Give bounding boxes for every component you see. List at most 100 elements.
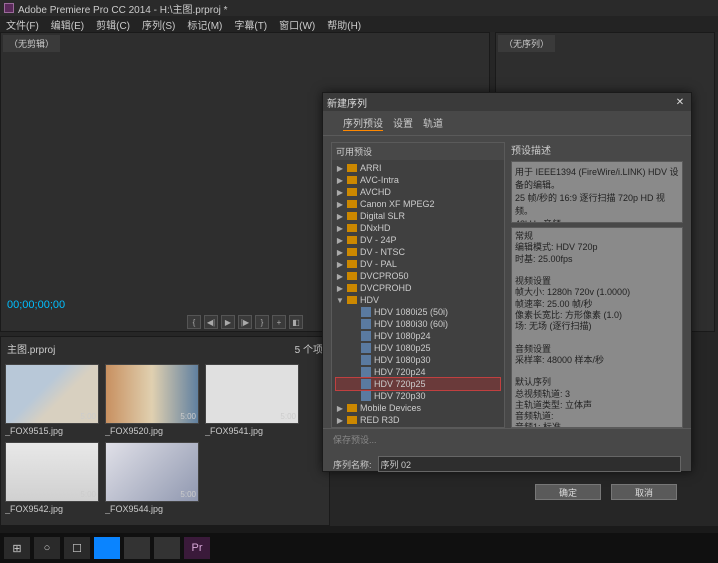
preset-folder[interactable]: ▶XDCAM EX (336, 426, 500, 427)
preset-folder[interactable]: ▶DV - 24P (336, 234, 500, 246)
source-tab[interactable]: （无剪辑） (3, 35, 60, 52)
preset-item[interactable]: HDV 1080p24 (336, 330, 500, 342)
close-button[interactable]: ✕ (673, 95, 687, 109)
preset-folder[interactable]: ▶DNxHD (336, 222, 500, 234)
item-name: _FOX9544.jpg (105, 502, 199, 514)
menu-sequence[interactable]: 序列(S) (142, 17, 175, 32)
thumbnail: 5:00 (205, 364, 299, 424)
play-button[interactable]: ▶ (221, 315, 235, 329)
preset-folder[interactable]: ▶Digital SLR (336, 210, 500, 222)
project-item[interactable]: 5:00_FOX9542.jpg (5, 442, 99, 514)
thumbnail: 5:00 (5, 364, 99, 424)
save-preset-button[interactable]: 保存预设... (323, 428, 691, 450)
step-back-button[interactable]: ◀| (204, 315, 218, 329)
project-item-count: 5 个项 (295, 341, 323, 356)
expand-icon: ▶ (336, 164, 344, 173)
mark-in-button[interactable]: { (187, 315, 201, 329)
folder-icon (347, 248, 357, 256)
cancel-button[interactable]: 取消 (611, 484, 677, 500)
preset-item[interactable]: HDV 720p30 (336, 390, 500, 402)
taskbar-app-1[interactable] (94, 537, 120, 559)
folder-icon (347, 212, 357, 220)
preset-folder[interactable]: ▶DVCPROHD (336, 282, 500, 294)
expand-icon: ▶ (336, 212, 344, 221)
preset-folder[interactable]: ▶AVC-Intra (336, 174, 500, 186)
folder-icon (347, 164, 357, 172)
project-item[interactable]: 5:00_FOX9515.jpg (5, 364, 99, 436)
preset-folder[interactable]: ▶AVCHD (336, 186, 500, 198)
preset-file-icon (361, 355, 371, 365)
seqname-input[interactable] (378, 456, 681, 472)
preset-file-icon (361, 391, 371, 401)
duration: 5:00 (180, 412, 196, 421)
preset-tree[interactable]: ▶ARRI▶AVC-Intra▶AVCHD▶Canon XF MPEG2▶Dig… (332, 160, 504, 427)
preset-description: 用于 IEEE1394 (FireWire/i.LINK) HDV 设备的编辑。… (511, 161, 683, 223)
start-button[interactable]: ⊞ (4, 537, 30, 559)
menu-subtitle[interactable]: 字幕(T) (234, 17, 267, 32)
folder-icon (347, 236, 357, 244)
preset-folder[interactable]: ▶ ARRI (336, 162, 500, 174)
mark-out-button[interactable]: } (255, 315, 269, 329)
project-item[interactable]: 5:00_FOX9520.jpg (105, 364, 199, 436)
menu-help[interactable]: 帮助(H) (327, 17, 361, 32)
preset-item[interactable]: HDV 1080i30 (60i) (336, 318, 500, 330)
tree-label: AVCHD (360, 187, 391, 197)
tab-preset[interactable]: 序列预设 (343, 115, 383, 131)
ok-button[interactable]: 确定 (535, 484, 601, 500)
source-transport: { ◀| ▶ |▶ } + ◧ (187, 315, 303, 329)
preset-item[interactable]: HDV 720p25 (336, 378, 500, 390)
preset-file-icon (361, 343, 371, 353)
preset-folder[interactable]: ▶Canon XF MPEG2 (336, 198, 500, 210)
tree-label: HDV 720p25 (374, 379, 426, 389)
preset-spec: 常规 编辑模式: HDV 720p 时基: 25.00fps 视频设置 帧大小:… (511, 227, 683, 428)
tree-label: HDV 1080i30 (60i) (374, 319, 448, 329)
taskview-button[interactable]: ☐ (64, 537, 90, 559)
source-timecode[interactable]: 00;00;00;00 (7, 299, 65, 311)
preset-item[interactable]: HDV 1080i25 (50i) (336, 306, 500, 318)
window-title: Adobe Premiere Pro CC 2014 - H:\主图.prpro… (18, 1, 228, 16)
tree-label: DV - NTSC (360, 247, 405, 257)
preset-folder[interactable]: ▶RED R3D (336, 414, 500, 426)
preset-item[interactable]: HDV 720p24 (336, 366, 500, 378)
preset-file-icon (361, 319, 371, 329)
expand-icon: ▼ (336, 296, 344, 305)
tree-label: HDV 1080p24 (374, 331, 431, 341)
preset-item[interactable]: HDV 1080p30 (336, 354, 500, 366)
preset-folder[interactable]: ▶Mobile Devices (336, 402, 500, 414)
menu-edit[interactable]: 编辑(E) (51, 17, 84, 32)
folder-icon (347, 260, 357, 268)
preset-folder[interactable]: ▼ HDV (336, 294, 500, 306)
tree-label: HDV 720p24 (374, 367, 426, 377)
tree-label: DV - 24P (360, 235, 397, 245)
project-item[interactable]: 5:00_FOX9544.jpg (105, 442, 199, 514)
project-item[interactable]: 5:00 _FOX9541.jpg (205, 364, 299, 436)
tree-label: RED R3D (360, 415, 400, 425)
menu-mark[interactable]: 标记(M) (187, 17, 222, 32)
window-titlebar: Adobe Premiere Pro CC 2014 - H:\主图.prpro… (0, 0, 718, 16)
tree-label: ARRI (360, 163, 382, 173)
tab-settings[interactable]: 设置 (393, 115, 413, 131)
taskbar-app-3[interactable] (154, 537, 180, 559)
tree-label: HDV (360, 295, 379, 305)
preset-folder[interactable]: ▶DVCPRO50 (336, 270, 500, 282)
taskbar-app-2[interactable] (124, 537, 150, 559)
duration: 5:00 (280, 412, 296, 421)
item-name: _FOX9541.jpg (205, 424, 299, 436)
windows-taskbar: ⊞ ○ ☐ Pr (0, 533, 718, 563)
seqname-label: 序列名称: (333, 458, 372, 471)
menu-clip[interactable]: 剪辑(C) (96, 17, 130, 32)
taskbar-premiere[interactable]: Pr (184, 537, 210, 559)
overwrite-button[interactable]: ◧ (289, 315, 303, 329)
tab-tracks[interactable]: 轨道 (423, 115, 443, 131)
program-tab[interactable]: （无序列） (498, 35, 555, 52)
preset-item[interactable]: HDV 1080p25 (336, 342, 500, 354)
search-button[interactable]: ○ (34, 537, 60, 559)
insert-button[interactable]: + (272, 315, 286, 329)
preset-folder[interactable]: ▶DV - NTSC (336, 246, 500, 258)
tree-label: Mobile Devices (360, 403, 421, 413)
menu-file[interactable]: 文件(F) (6, 17, 39, 32)
menu-window[interactable]: 窗口(W) (279, 17, 315, 32)
step-fwd-button[interactable]: |▶ (238, 315, 252, 329)
preset-label: 可用预设 (332, 143, 504, 160)
preset-folder[interactable]: ▶DV - PAL (336, 258, 500, 270)
